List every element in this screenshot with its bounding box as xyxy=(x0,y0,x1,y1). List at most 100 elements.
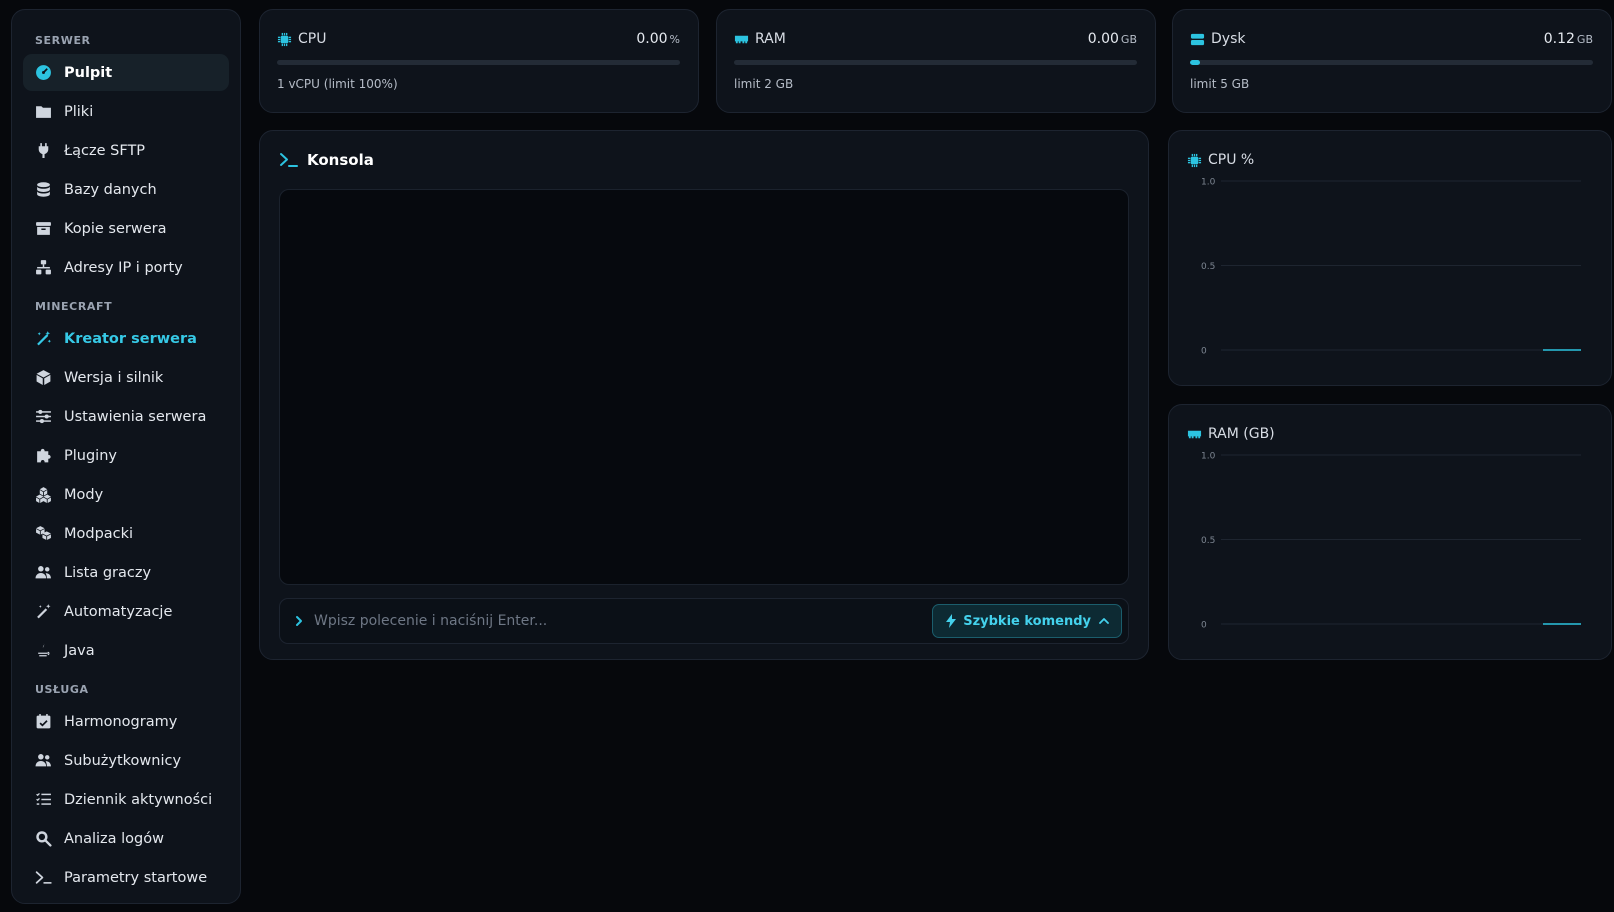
sidebar-item-bazy-danych[interactable]: Bazy danych xyxy=(23,171,229,208)
chevron-right-icon xyxy=(296,616,302,626)
y-tick-label: 0 xyxy=(1201,621,1207,631)
y-tick-label: 0.5 xyxy=(1201,536,1215,546)
memory-icon xyxy=(1187,430,1202,438)
sidebar-item-pliki[interactable]: Pliki xyxy=(23,93,229,130)
cpu-stat-sub: 1 vCPU (limit 100%) xyxy=(277,77,398,91)
database-icon xyxy=(35,181,52,198)
sidebar-item-mody[interactable]: Mody xyxy=(23,476,229,513)
sidebar-item-lacze-sftp[interactable]: Łącze SFTP xyxy=(23,132,229,169)
console-output[interactable] xyxy=(279,189,1129,585)
cpu-usage-bar xyxy=(277,60,680,65)
sidebar-item-subuzytkownicy[interactable]: Subużytkownicy xyxy=(23,742,229,779)
ram-stat-card: RAM 0.00 GB limit 2 GB xyxy=(716,9,1156,113)
chevron-up-icon xyxy=(1099,618,1109,624)
y-tick-label: 1.0 xyxy=(1201,178,1216,188)
cpu-stat-title: CPU xyxy=(298,31,327,47)
cpu-stat-value: 0.00% xyxy=(636,31,680,47)
archive-icon xyxy=(35,220,52,237)
ram-chart-title: RAM (GB) xyxy=(1208,426,1275,442)
search-icon xyxy=(35,830,52,847)
wand-icon xyxy=(35,603,52,620)
sidebar-item-kopie-serwera[interactable]: Kopie serwera xyxy=(23,210,229,247)
cpu-chart-title: CPU % xyxy=(1208,152,1255,168)
ram-chart-card: RAM (GB) 1.0 0.5 0 xyxy=(1168,404,1612,660)
users-icon xyxy=(35,752,52,769)
ram-chart: 1.0 0.5 0 xyxy=(1201,452,1581,631)
ram-stat-value: 0.00 GB xyxy=(1087,31,1137,47)
sidebar-item-label: Pluginy xyxy=(64,447,117,464)
terminal-icon xyxy=(280,153,298,167)
ram-stat-title: RAM xyxy=(755,31,786,47)
sidebar-item-analiza-logow[interactable]: Analiza logów xyxy=(23,820,229,857)
magic-wand-icon xyxy=(35,330,52,347)
sidebar: SERWER Pulpit Pliki Łącze SFTP Bazy danych Ko… xyxy=(11,9,241,904)
ram-usage-bar xyxy=(734,60,1137,65)
sidebar-item-harmonogramy[interactable]: Harmonogramy xyxy=(23,703,229,740)
y-tick-label: 0 xyxy=(1201,347,1207,357)
sidebar-item-kreator-serwera[interactable]: Kreator serwera xyxy=(23,320,229,357)
disk-stat-card: Dysk 0.12 GB limit 5 GB xyxy=(1172,9,1612,113)
quick-commands-label: Szybkie komendy xyxy=(963,613,1091,629)
list-icon xyxy=(35,791,52,808)
sidebar-section-label: MINECRAFT xyxy=(35,300,113,313)
sidebar-item-label: Pulpit xyxy=(64,64,113,81)
sidebar-item-label: Modpacki xyxy=(64,525,134,542)
sidebar-item-label: Ustawienia serwera xyxy=(64,408,207,425)
sidebar-item-modpacki[interactable]: Modpacki xyxy=(23,515,229,552)
memory-icon xyxy=(734,35,749,43)
sidebar-item-label: Java xyxy=(64,642,95,659)
cpu-chart-card: CPU % 1.0 0.5 0 xyxy=(1168,130,1612,386)
quick-commands-button[interactable]: Szybkie komendy xyxy=(932,604,1122,638)
sidebar-item-label: Automatyzacje xyxy=(64,603,173,620)
sidebar-section-label: SERWER xyxy=(35,34,91,47)
sidebar-item-label: Lista graczy xyxy=(64,564,152,581)
disk-stat-value: 0.12 GB xyxy=(1543,31,1593,47)
hard-drive-icon xyxy=(1190,33,1205,45)
calendar-check-icon xyxy=(35,713,52,730)
folder-icon xyxy=(35,103,52,120)
java-icon xyxy=(35,642,52,659)
sidebar-item-label: Harmonogramy xyxy=(64,713,178,730)
sidebar-item-label: Subużytkownicy xyxy=(64,752,182,769)
cpu-stat-card: CPU 0.00% 1 vCPU (limit 100%) xyxy=(259,9,699,113)
sidebar-item-pluginy[interactable]: Pluginy xyxy=(23,437,229,474)
cpu-chip-icon xyxy=(1187,153,1202,167)
puzzle-icon xyxy=(35,447,52,464)
console-input-row: Szybkie komendy xyxy=(279,598,1129,644)
disk-stat-title: Dysk xyxy=(1211,31,1246,47)
console-command-input[interactable] xyxy=(314,613,933,629)
sidebar-section-label: USŁUGA xyxy=(35,683,89,696)
sidebar-item-dziennik-aktywnosci[interactable]: Dziennik aktywności xyxy=(23,781,229,818)
sidebar-item-label: Adresy IP i porty xyxy=(64,259,183,276)
sidebar-item-label: Kreator serwera xyxy=(64,330,197,347)
network-icon xyxy=(35,259,52,276)
sidebar-item-ustawienia-serwera[interactable]: Ustawienia serwera xyxy=(23,398,229,435)
cube-icon xyxy=(35,369,52,386)
y-tick-label: 0.5 xyxy=(1201,262,1215,272)
sidebar-item-label: Analiza logów xyxy=(64,830,164,847)
cpu-chart: 1.0 0.5 0 xyxy=(1201,178,1581,357)
sliders-icon xyxy=(35,408,52,425)
sidebar-item-adresy-ip-i-porty[interactable]: Adresy IP i porty xyxy=(23,249,229,286)
sidebar-item-wersja-i-silnik[interactable]: Wersja i silnik xyxy=(23,359,229,396)
sidebar-item-parametry-startowe[interactable]: Parametry startowe xyxy=(23,859,229,896)
sidebar-item-label: Łącze SFTP xyxy=(64,142,146,159)
sidebar-item-label: Mody xyxy=(64,486,104,503)
disk-usage-bar xyxy=(1190,60,1593,65)
sidebar-item-java[interactable]: Java xyxy=(23,632,229,669)
plug-icon xyxy=(35,142,52,159)
sidebar-item-label: Wersja i silnik xyxy=(64,369,164,386)
cpu-chip-icon xyxy=(277,32,292,46)
ram-stat-sub: limit 2 GB xyxy=(734,77,794,91)
sidebar-item-pulpit[interactable]: Pulpit xyxy=(23,54,229,91)
sidebar-item-lista-graczy[interactable]: Lista graczy xyxy=(23,554,229,591)
users-icon xyxy=(35,564,52,581)
sidebar-item-label: Bazy danych xyxy=(64,181,157,198)
lightning-icon xyxy=(946,614,957,628)
sidebar-item-label: Dziennik aktywności xyxy=(64,791,213,808)
boxes-icon xyxy=(35,525,52,542)
dashboard-icon xyxy=(35,64,52,81)
sidebar-item-automatyzacje[interactable]: Automatyzacje xyxy=(23,593,229,630)
sidebar-item-label: Pliki xyxy=(64,103,94,120)
sidebar-item-label: Parametry startowe xyxy=(64,869,208,886)
